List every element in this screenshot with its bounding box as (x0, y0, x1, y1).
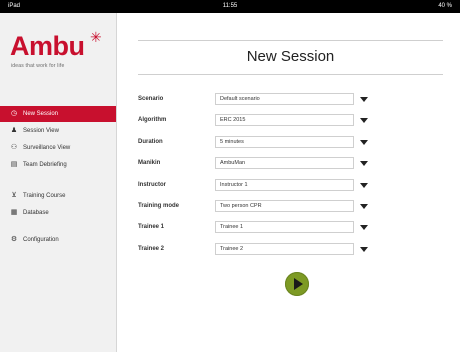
sidebar-item-new-session[interactable]: ◷ New Session (0, 106, 116, 122)
instructor-select[interactable]: Instructor 1 (215, 179, 354, 191)
sidebar-item-label: Configuration (23, 237, 59, 243)
database-icon: ▦ (10, 209, 18, 216)
duration-select[interactable]: 5 minutes (215, 136, 354, 148)
sidebar-item-configuration[interactable]: ⚙ Configuration (0, 232, 116, 248)
ambu-logo: Ambu ✳ ideas that work for life (10, 29, 110, 71)
scenario-label: Scenario (138, 96, 164, 102)
clock: 11:55 (222, 3, 238, 9)
chevron-down-icon[interactable] (357, 221, 371, 233)
configuration-icon: ⚙ (10, 236, 18, 243)
person-icon: ♟ (10, 127, 18, 134)
sidebar-item-label: Session View (23, 128, 59, 134)
trainee-2-row: Trainee 2 Trainee 2 (138, 243, 373, 256)
sidebar-item-label: Surveillance View (23, 145, 71, 151)
people-icon: ⚇ (10, 144, 18, 151)
manikin-label: Manikin (138, 160, 161, 166)
sidebar-item-team-debriefing[interactable]: ▤ Team Debriefing (0, 157, 116, 173)
chevron-down-icon[interactable] (357, 93, 371, 105)
algorithm-select[interactable]: ERC 2015 (215, 114, 354, 126)
training-mode-label: Training mode (138, 203, 180, 209)
sidebar-item-database[interactable]: ▦ Database (0, 205, 116, 221)
manikin-select[interactable]: AmbuMan (215, 157, 354, 169)
title-divider-bottom (138, 74, 443, 75)
clock-icon: ◷ (10, 110, 18, 117)
manikin-row: Manikin AmbuMan (138, 157, 373, 170)
training-course-icon: ⊻ (11, 192, 17, 199)
brand-name: Ambu (10, 31, 85, 61)
start-session-button[interactable] (285, 272, 309, 296)
document-icon: ▤ (10, 161, 18, 168)
algorithm-label: Algorithm (138, 117, 167, 123)
sidebar-item-label: New Session (23, 111, 59, 117)
chevron-down-icon[interactable] (357, 114, 371, 126)
scenario-select[interactable]: Default scenario (215, 93, 354, 105)
scenario-row: Scenario Default scenario (138, 93, 373, 106)
page-title: New Session (246, 48, 335, 65)
trainee-2-label: Trainee 2 (138, 246, 165, 252)
trainee-2-select[interactable]: Trainee 2 (215, 243, 354, 255)
training-mode-select[interactable]: Two person CPR (215, 200, 354, 212)
duration-label: Duration (138, 139, 163, 145)
sidebar-item-label: Database (23, 210, 49, 216)
battery-indicator: 40 % (438, 3, 452, 9)
sidebar: Ambu ✳ ideas that work for life ◷ New Se… (0, 13, 117, 352)
sidebar-item-training-course[interactable]: ⊻ Training Course (0, 188, 116, 204)
trainee-1-row: Trainee 1 Trainee 1 (138, 221, 373, 234)
chevron-down-icon[interactable] (357, 243, 371, 255)
trainee-1-select[interactable]: Trainee 1 (215, 221, 354, 233)
training-mode-row: Training mode Two person CPR (138, 200, 373, 213)
brand-tagline: ideas that work for life (11, 63, 65, 69)
algorithm-row: Algorithm ERC 2015 (138, 114, 373, 127)
chevron-down-icon[interactable] (357, 200, 371, 212)
sidebar-item-surveillance-view[interactable]: ⚇ Surveillance View (0, 140, 116, 156)
status-bar: iPad 11:55 40 % (0, 0, 460, 13)
chevron-down-icon[interactable] (357, 136, 371, 148)
duration-row: Duration 5 minutes (138, 136, 373, 149)
asterisk-icon: ✳ (90, 29, 102, 45)
trainee-1-label: Trainee 1 (138, 224, 165, 230)
instructor-label: Instructor (138, 182, 167, 188)
sidebar-item-session-view[interactable]: ♟ Session View (0, 123, 116, 139)
sidebar-item-label: Training Course (23, 193, 66, 199)
instructor-row: Instructor Instructor 1 (138, 179, 373, 192)
sidebar-item-label: Team Debriefing (23, 162, 67, 168)
chevron-down-icon[interactable] (357, 157, 371, 169)
chevron-down-icon[interactable] (357, 179, 371, 191)
